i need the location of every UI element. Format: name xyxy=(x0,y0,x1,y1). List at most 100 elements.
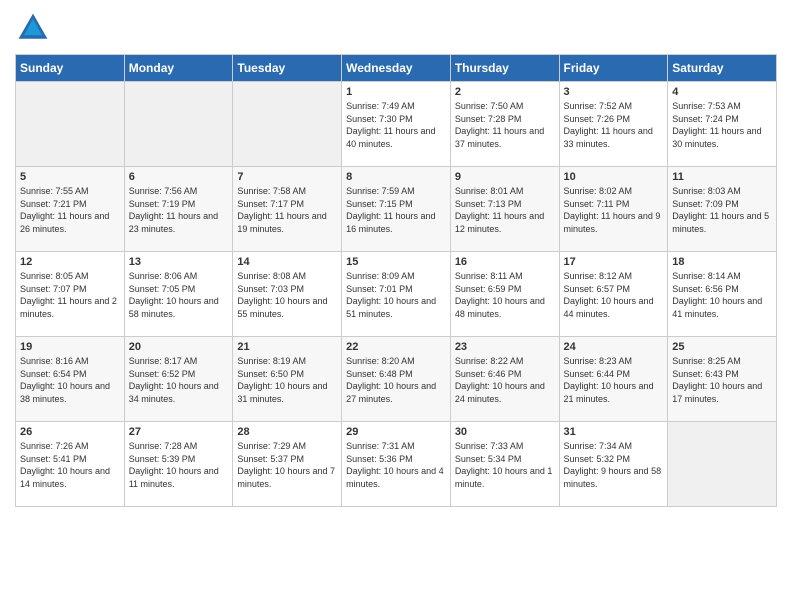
day-number: 6 xyxy=(129,171,229,183)
day-cell: 19 Sunrise: 8:16 AMSunset: 6:54 PMDaylig… xyxy=(16,337,125,422)
day-number: 4 xyxy=(672,86,772,98)
day-cell: 26 Sunrise: 7:26 AMSunset: 5:41 PMDaylig… xyxy=(16,422,125,507)
day-info: Sunrise: 8:23 AMSunset: 6:44 PMDaylight:… xyxy=(564,355,664,405)
day-cell: 11 Sunrise: 8:03 AMSunset: 7:09 PMDaylig… xyxy=(668,167,777,252)
day-info: Sunrise: 7:33 AMSunset: 5:34 PMDaylight:… xyxy=(455,440,555,490)
day-number: 24 xyxy=(564,341,664,353)
day-info: Sunrise: 7:31 AMSunset: 5:36 PMDaylight:… xyxy=(346,440,446,490)
day-cell: 18 Sunrise: 8:14 AMSunset: 6:56 PMDaylig… xyxy=(668,252,777,337)
day-cell: 9 Sunrise: 8:01 AMSunset: 7:13 PMDayligh… xyxy=(450,167,559,252)
header-sunday: Sunday xyxy=(16,55,125,82)
page-header xyxy=(15,10,777,46)
day-cell xyxy=(233,82,342,167)
day-number: 31 xyxy=(564,426,664,438)
day-info: Sunrise: 7:49 AMSunset: 7:30 PMDaylight:… xyxy=(346,100,446,150)
day-cell: 17 Sunrise: 8:12 AMSunset: 6:57 PMDaylig… xyxy=(559,252,668,337)
day-cell xyxy=(124,82,233,167)
day-number: 8 xyxy=(346,171,446,183)
day-number: 13 xyxy=(129,256,229,268)
day-info: Sunrise: 8:09 AMSunset: 7:01 PMDaylight:… xyxy=(346,270,446,320)
day-number: 30 xyxy=(455,426,555,438)
day-cell: 21 Sunrise: 8:19 AMSunset: 6:50 PMDaylig… xyxy=(233,337,342,422)
day-cell: 31 Sunrise: 7:34 AMSunset: 5:32 PMDaylig… xyxy=(559,422,668,507)
day-cell xyxy=(16,82,125,167)
day-number: 23 xyxy=(455,341,555,353)
day-number: 1 xyxy=(346,86,446,98)
day-info: Sunrise: 7:59 AMSunset: 7:15 PMDaylight:… xyxy=(346,185,446,235)
day-number: 19 xyxy=(20,341,120,353)
day-cell: 24 Sunrise: 8:23 AMSunset: 6:44 PMDaylig… xyxy=(559,337,668,422)
day-info: Sunrise: 7:34 AMSunset: 5:32 PMDaylight:… xyxy=(564,440,664,490)
day-info: Sunrise: 7:29 AMSunset: 5:37 PMDaylight:… xyxy=(237,440,337,490)
day-cell: 16 Sunrise: 8:11 AMSunset: 6:59 PMDaylig… xyxy=(450,252,559,337)
header-friday: Friday xyxy=(559,55,668,82)
day-info: Sunrise: 7:52 AMSunset: 7:26 PMDaylight:… xyxy=(564,100,664,150)
day-number: 12 xyxy=(20,256,120,268)
header-tuesday: Tuesday xyxy=(233,55,342,82)
day-cell: 5 Sunrise: 7:55 AMSunset: 7:21 PMDayligh… xyxy=(16,167,125,252)
day-info: Sunrise: 8:22 AMSunset: 6:46 PMDaylight:… xyxy=(455,355,555,405)
day-cell: 10 Sunrise: 8:02 AMSunset: 7:11 PMDaylig… xyxy=(559,167,668,252)
day-cell: 4 Sunrise: 7:53 AMSunset: 7:24 PMDayligh… xyxy=(668,82,777,167)
day-number: 25 xyxy=(672,341,772,353)
day-info: Sunrise: 7:56 AMSunset: 7:19 PMDaylight:… xyxy=(129,185,229,235)
day-cell: 23 Sunrise: 8:22 AMSunset: 6:46 PMDaylig… xyxy=(450,337,559,422)
week-row-5: 26 Sunrise: 7:26 AMSunset: 5:41 PMDaylig… xyxy=(16,422,777,507)
day-cell: 20 Sunrise: 8:17 AMSunset: 6:52 PMDaylig… xyxy=(124,337,233,422)
day-info: Sunrise: 7:58 AMSunset: 7:17 PMDaylight:… xyxy=(237,185,337,235)
day-cell: 28 Sunrise: 7:29 AMSunset: 5:37 PMDaylig… xyxy=(233,422,342,507)
logo xyxy=(15,10,55,46)
day-number: 27 xyxy=(129,426,229,438)
day-number: 22 xyxy=(346,341,446,353)
day-cell: 22 Sunrise: 8:20 AMSunset: 6:48 PMDaylig… xyxy=(342,337,451,422)
day-info: Sunrise: 8:08 AMSunset: 7:03 PMDaylight:… xyxy=(237,270,337,320)
day-number: 14 xyxy=(237,256,337,268)
day-info: Sunrise: 8:25 AMSunset: 6:43 PMDaylight:… xyxy=(672,355,772,405)
week-row-3: 12 Sunrise: 8:05 AMSunset: 7:07 PMDaylig… xyxy=(16,252,777,337)
header-thursday: Thursday xyxy=(450,55,559,82)
day-cell: 6 Sunrise: 7:56 AMSunset: 7:19 PMDayligh… xyxy=(124,167,233,252)
day-info: Sunrise: 7:53 AMSunset: 7:24 PMDaylight:… xyxy=(672,100,772,150)
day-number: 21 xyxy=(237,341,337,353)
week-row-4: 19 Sunrise: 8:16 AMSunset: 6:54 PMDaylig… xyxy=(16,337,777,422)
day-number: 17 xyxy=(564,256,664,268)
day-number: 18 xyxy=(672,256,772,268)
day-cell: 27 Sunrise: 7:28 AMSunset: 5:39 PMDaylig… xyxy=(124,422,233,507)
day-info: Sunrise: 7:26 AMSunset: 5:41 PMDaylight:… xyxy=(20,440,120,490)
day-number: 3 xyxy=(564,86,664,98)
day-info: Sunrise: 7:50 AMSunset: 7:28 PMDaylight:… xyxy=(455,100,555,150)
day-info: Sunrise: 8:02 AMSunset: 7:11 PMDaylight:… xyxy=(564,185,664,235)
day-cell: 12 Sunrise: 8:05 AMSunset: 7:07 PMDaylig… xyxy=(16,252,125,337)
day-info: Sunrise: 8:05 AMSunset: 7:07 PMDaylight:… xyxy=(20,270,120,320)
day-number: 28 xyxy=(237,426,337,438)
day-number: 2 xyxy=(455,86,555,98)
day-info: Sunrise: 8:17 AMSunset: 6:52 PMDaylight:… xyxy=(129,355,229,405)
day-info: Sunrise: 8:06 AMSunset: 7:05 PMDaylight:… xyxy=(129,270,229,320)
day-number: 11 xyxy=(672,171,772,183)
day-cell: 29 Sunrise: 7:31 AMSunset: 5:36 PMDaylig… xyxy=(342,422,451,507)
day-cell: 25 Sunrise: 8:25 AMSunset: 6:43 PMDaylig… xyxy=(668,337,777,422)
week-row-1: 1 Sunrise: 7:49 AMSunset: 7:30 PMDayligh… xyxy=(16,82,777,167)
header-saturday: Saturday xyxy=(668,55,777,82)
day-cell: 3 Sunrise: 7:52 AMSunset: 7:26 PMDayligh… xyxy=(559,82,668,167)
day-info: Sunrise: 8:16 AMSunset: 6:54 PMDaylight:… xyxy=(20,355,120,405)
day-cell: 13 Sunrise: 8:06 AMSunset: 7:05 PMDaylig… xyxy=(124,252,233,337)
day-info: Sunrise: 8:14 AMSunset: 6:56 PMDaylight:… xyxy=(672,270,772,320)
day-info: Sunrise: 7:28 AMSunset: 5:39 PMDaylight:… xyxy=(129,440,229,490)
day-cell: 14 Sunrise: 8:08 AMSunset: 7:03 PMDaylig… xyxy=(233,252,342,337)
calendar-table: SundayMondayTuesdayWednesdayThursdayFrid… xyxy=(15,54,777,507)
day-cell: 2 Sunrise: 7:50 AMSunset: 7:28 PMDayligh… xyxy=(450,82,559,167)
day-number: 16 xyxy=(455,256,555,268)
day-info: Sunrise: 8:20 AMSunset: 6:48 PMDaylight:… xyxy=(346,355,446,405)
day-cell: 15 Sunrise: 8:09 AMSunset: 7:01 PMDaylig… xyxy=(342,252,451,337)
header-wednesday: Wednesday xyxy=(342,55,451,82)
day-cell xyxy=(668,422,777,507)
day-info: Sunrise: 8:03 AMSunset: 7:09 PMDaylight:… xyxy=(672,185,772,235)
header-row: SundayMondayTuesdayWednesdayThursdayFrid… xyxy=(16,55,777,82)
day-number: 29 xyxy=(346,426,446,438)
day-cell: 8 Sunrise: 7:59 AMSunset: 7:15 PMDayligh… xyxy=(342,167,451,252)
day-info: Sunrise: 8:12 AMSunset: 6:57 PMDaylight:… xyxy=(564,270,664,320)
day-info: Sunrise: 8:11 AMSunset: 6:59 PMDaylight:… xyxy=(455,270,555,320)
day-cell: 30 Sunrise: 7:33 AMSunset: 5:34 PMDaylig… xyxy=(450,422,559,507)
day-number: 7 xyxy=(237,171,337,183)
